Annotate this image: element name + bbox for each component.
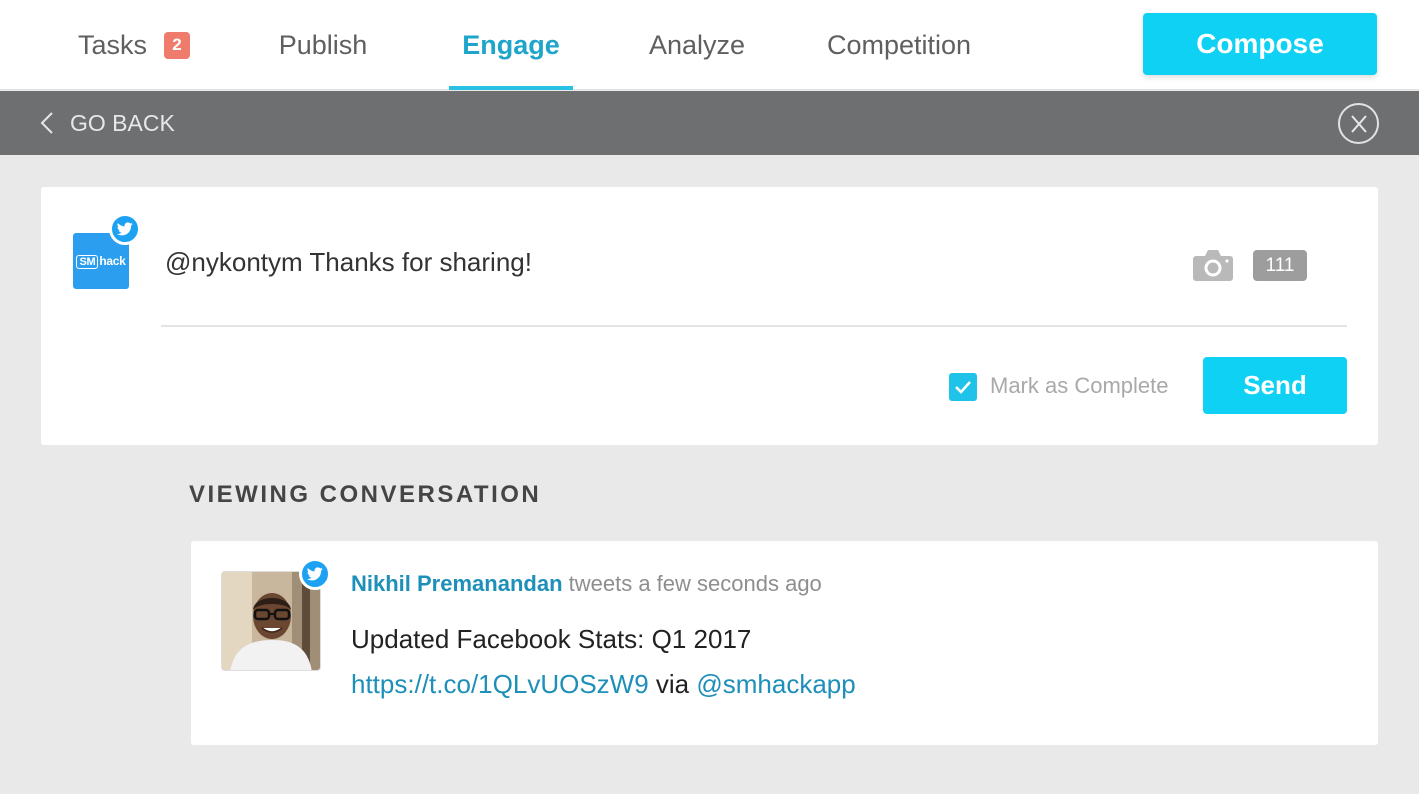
- tweet-text: Updated Facebook Stats: Q1 2017: [351, 624, 752, 654]
- account-avatar: SM hack: [73, 213, 141, 289]
- tweet-author-name[interactable]: Nikhil Premanandan: [351, 571, 563, 596]
- twitter-badge: [109, 213, 141, 245]
- twitter-icon: [117, 222, 133, 236]
- tweet-mention[interactable]: @smhackapp: [696, 669, 855, 699]
- tab-publish-label: Publish: [278, 29, 368, 60]
- divider: [161, 325, 1347, 327]
- tab-competition[interactable]: Competition: [823, 0, 975, 90]
- back-bar: GO BACK: [0, 91, 1419, 155]
- character-count: 111: [1253, 250, 1307, 281]
- top-navigation: Tasks 2 Publish Engage Analyze Competiti…: [0, 0, 1419, 90]
- compose-button[interactable]: Compose: [1143, 13, 1377, 75]
- mark-complete-label[interactable]: Mark as Complete: [990, 373, 1169, 399]
- chevron-left-icon: [40, 112, 53, 134]
- reply-composer-card: SM hack @nykontym Thanks for sharing! 111…: [41, 187, 1378, 445]
- tab-analyze[interactable]: Analyze: [648, 0, 746, 90]
- close-button[interactable]: [1338, 103, 1379, 144]
- tab-tasks-label: Tasks: [78, 29, 148, 60]
- tab-publish[interactable]: Publish: [278, 0, 368, 90]
- tab-analyze-label: Analyze: [648, 29, 746, 60]
- tab-competition-label: Competition: [826, 29, 972, 60]
- mark-complete-checkbox[interactable]: [949, 373, 977, 401]
- camera-icon[interactable]: [1192, 248, 1234, 282]
- checkmark-icon: [955, 381, 971, 394]
- tab-engage[interactable]: Engage: [449, 0, 573, 90]
- tasks-count-badge: 2: [164, 31, 190, 59]
- tweet-via: via: [655, 669, 690, 699]
- smhack-logo: SM hack: [76, 254, 126, 269]
- tab-tasks[interactable]: Tasks 2: [78, 0, 190, 90]
- tweet-meta: tweets a few seconds ago: [568, 571, 822, 596]
- tweet-header: Nikhil Premanandan tweets a few seconds …: [351, 571, 822, 597]
- viewing-conversation-heading: VIEWING CONVERSATION: [189, 481, 542, 508]
- tweet-card: Nikhil Premanandan tweets a few seconds …: [191, 541, 1378, 745]
- reply-text-input[interactable]: @nykontym Thanks for sharing!: [165, 247, 1145, 278]
- tweet-link[interactable]: https://t.co/1QLvUOSzW9: [351, 669, 649, 699]
- go-back-button[interactable]: GO BACK: [40, 91, 175, 155]
- send-button[interactable]: Send: [1203, 357, 1347, 414]
- tweet-body: Updated Facebook Stats: Q1 2017 https://…: [351, 617, 1331, 707]
- twitter-icon: [307, 567, 323, 581]
- tab-engage-label: Engage: [462, 29, 560, 60]
- close-icon: [1350, 114, 1367, 133]
- twitter-badge: [299, 558, 331, 590]
- go-back-label: GO BACK: [70, 109, 175, 136]
